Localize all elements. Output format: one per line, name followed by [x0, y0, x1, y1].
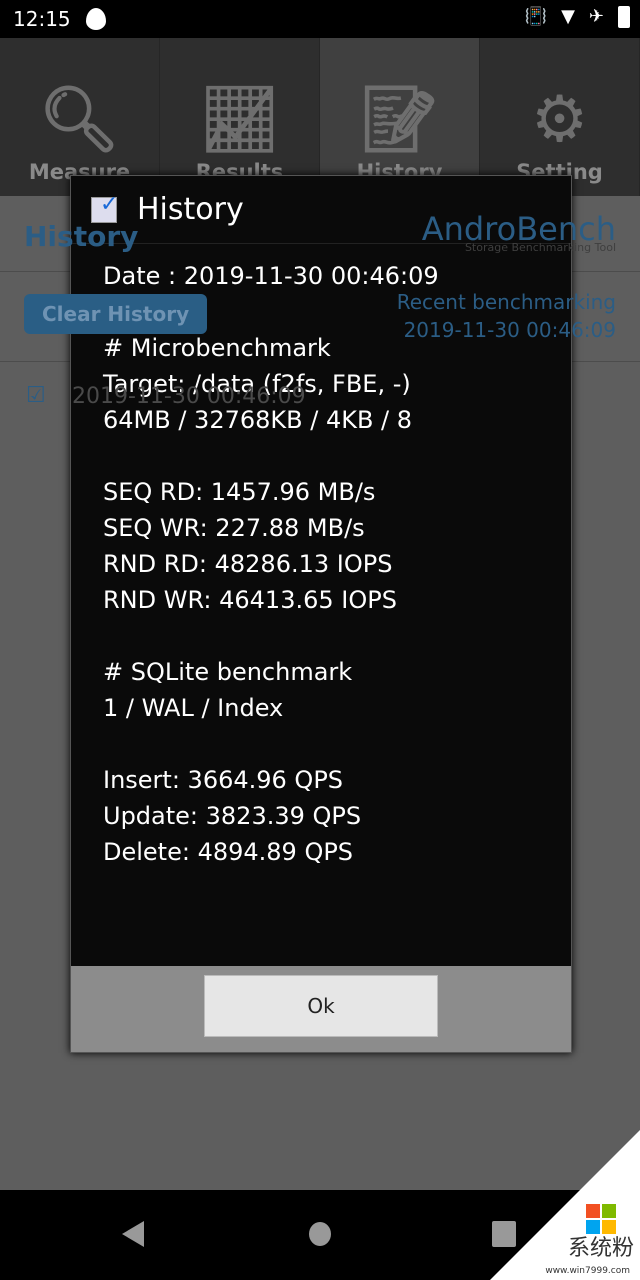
- history-checklist-icon: [91, 192, 118, 223]
- dialog-line: # Microbenchmark: [103, 334, 331, 362]
- dialog-title: History: [137, 192, 244, 227]
- dialog-line: SEQ RD: 1457.96 MB/s: [103, 478, 376, 506]
- clock: 12:15: [13, 7, 71, 31]
- dialog-line: [103, 618, 571, 654]
- dialog-line: RND RD: 48286.13 IOPS: [103, 550, 393, 578]
- dialog-line: 1 / WAL / Index: [103, 694, 284, 722]
- dialog-line: Update: 3823.39 QPS: [103, 802, 362, 830]
- dialog-line: [103, 438, 571, 474]
- ok-button[interactable]: Ok: [204, 975, 438, 1037]
- dialog-line: Delete: 4894.89 QPS: [103, 838, 354, 866]
- battery-icon: [618, 6, 630, 28]
- chart-icon: 📈︎: [198, 83, 281, 157]
- tab-history[interactable]: 📝︎ History: [320, 38, 480, 196]
- watermark-url: www.win7999.com: [545, 1266, 630, 1276]
- recents-icon[interactable]: [492, 1221, 516, 1247]
- dialog-line: Target: /data (f2fs, FBE, -): [103, 370, 411, 398]
- dialog-line: Date : 2019-11-30 00:46:09: [103, 262, 439, 290]
- tab-setting[interactable]: ⚙ Setting: [480, 38, 640, 196]
- tab-measure[interactable]: 🔍︎ Measure: [0, 38, 160, 196]
- clear-history-button[interactable]: Clear History: [24, 294, 208, 334]
- airplane-icon: ✈: [588, 6, 604, 27]
- home-icon[interactable]: [309, 1222, 331, 1246]
- tab-bar: 🔍︎ Measure 📈︎ Results 📝︎ History ⚙ Setting: [0, 38, 640, 196]
- flame-icon: [86, 8, 106, 30]
- dialog-line: SEQ WR: 227.88 MB/s: [103, 514, 365, 542]
- dialog-line: RND WR: 46413.65 IOPS: [103, 586, 397, 614]
- dialog-line: # SQLite benchmark: [103, 658, 353, 686]
- vibrate-icon: 📳: [524, 6, 548, 27]
- dialog-line: [103, 726, 571, 762]
- document-edit-icon: 📝︎: [358, 83, 441, 157]
- dialog-line: 64MB / 32768KB / 4KB / 8: [103, 406, 413, 434]
- wifi-icon: ▼: [561, 6, 575, 27]
- dialog-line: Insert: 3664.96 QPS: [103, 766, 344, 794]
- back-icon[interactable]: [122, 1221, 144, 1247]
- watermark-text: 系统粉: [567, 1236, 634, 1261]
- tab-results[interactable]: 📈︎ Results: [160, 38, 320, 196]
- search-icon: 🔍︎: [38, 83, 121, 157]
- gears-icon: ⚙: [530, 83, 589, 157]
- dialog-content: Date : 2019-11-30 00:46:09 # Microbenchma…: [71, 244, 571, 870]
- status-bar: 12:15 📳 ▼ ✈: [0, 0, 640, 38]
